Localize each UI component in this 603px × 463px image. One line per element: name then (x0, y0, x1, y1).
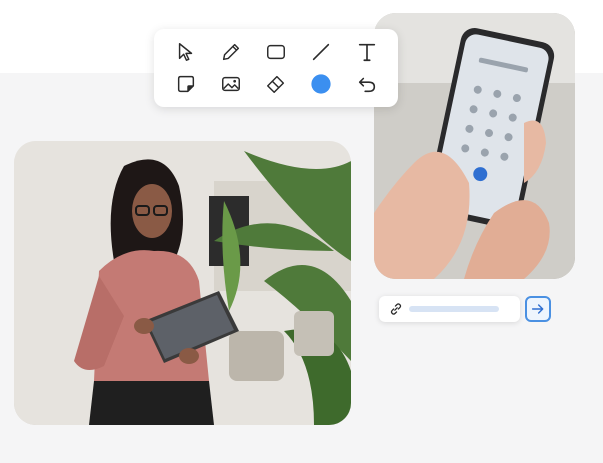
phone-photo-illustration (374, 13, 575, 279)
rectangle-icon (267, 44, 285, 60)
undo-icon (358, 77, 376, 93)
sticky-note-tool[interactable] (171, 69, 201, 99)
arrow-right-icon (531, 304, 544, 314)
drawing-toolbar (154, 29, 398, 107)
phone-in-hands-photo (374, 13, 575, 279)
text-t-icon (358, 43, 376, 62)
rectangle-tool[interactable] (261, 37, 291, 67)
cursor-arrow-icon (178, 43, 193, 61)
image-tool[interactable] (216, 69, 246, 99)
color-circle-icon (311, 74, 331, 94)
line-tool[interactable] (306, 37, 336, 67)
pencil-tool[interactable] (216, 37, 246, 67)
text-tool[interactable] (352, 37, 382, 67)
color-picker[interactable] (306, 69, 336, 99)
url-input-bar[interactable] (379, 296, 520, 322)
eraser-icon (267, 75, 285, 93)
select-tool[interactable] (171, 37, 201, 67)
line-icon (312, 43, 330, 61)
url-placeholder-field[interactable] (409, 306, 499, 312)
image-icon (222, 76, 240, 92)
go-button[interactable] (525, 296, 551, 322)
woman-photo-illustration (14, 141, 351, 425)
pencil-icon (222, 43, 240, 61)
woman-with-tablet-photo (14, 141, 351, 425)
link-icon (390, 303, 402, 315)
eraser-tool[interactable] (261, 69, 291, 99)
undo-tool[interactable] (352, 69, 382, 99)
sticky-note-icon (177, 75, 195, 93)
